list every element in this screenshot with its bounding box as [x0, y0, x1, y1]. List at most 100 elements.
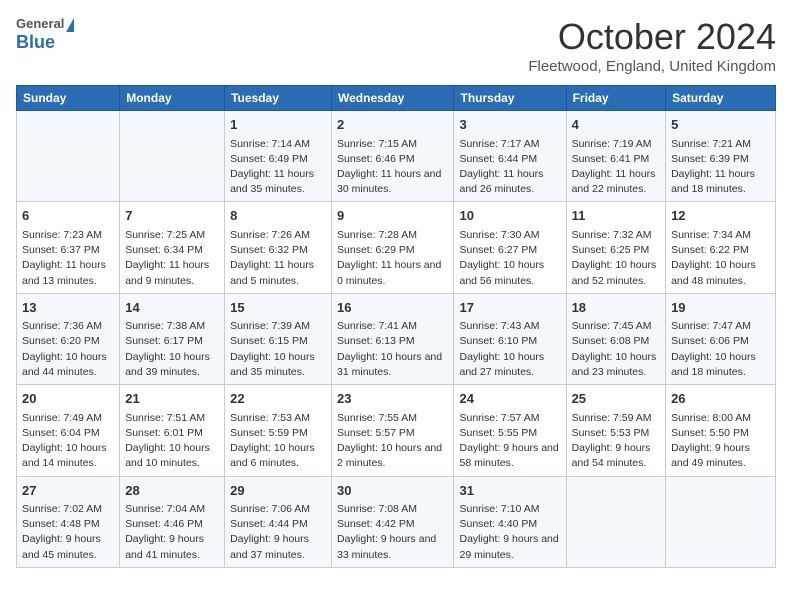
day-number: 25 — [572, 389, 660, 409]
day-cell: 4Sunrise: 7:19 AM Sunset: 6:41 PM Daylig… — [566, 111, 665, 202]
day-cell — [120, 111, 225, 202]
day-info: Sunrise: 7:17 AM Sunset: 6:44 PM Dayligh… — [459, 137, 560, 198]
day-info: Sunrise: 7:57 AM Sunset: 5:55 PM Dayligh… — [459, 411, 560, 472]
day-cell: 12Sunrise: 7:34 AM Sunset: 6:22 PM Dayli… — [666, 202, 776, 293]
day-number: 31 — [459, 481, 560, 501]
day-cell: 19Sunrise: 7:47 AM Sunset: 6:06 PM Dayli… — [666, 293, 776, 384]
calendar-subtitle: Fleetwood, England, United Kingdom — [528, 58, 776, 75]
day-info: Sunrise: 7:36 AM Sunset: 6:20 PM Dayligh… — [22, 319, 114, 380]
day-cell: 27Sunrise: 7:02 AM Sunset: 4:48 PM Dayli… — [17, 476, 120, 567]
day-number: 17 — [459, 298, 560, 318]
day-number: 22 — [230, 389, 326, 409]
day-cell: 11Sunrise: 7:32 AM Sunset: 6:25 PM Dayli… — [566, 202, 665, 293]
day-info: Sunrise: 7:26 AM Sunset: 6:32 PM Dayligh… — [230, 228, 326, 289]
week-row-4: 20Sunrise: 7:49 AM Sunset: 6:04 PM Dayli… — [17, 385, 776, 476]
day-info: Sunrise: 7:15 AM Sunset: 6:46 PM Dayligh… — [337, 137, 448, 198]
day-info: Sunrise: 7:08 AM Sunset: 4:42 PM Dayligh… — [337, 502, 448, 563]
day-number: 16 — [337, 298, 448, 318]
week-row-2: 6Sunrise: 7:23 AM Sunset: 6:37 PM Daylig… — [17, 202, 776, 293]
day-cell: 26Sunrise: 8:00 AM Sunset: 5:50 PM Dayli… — [666, 385, 776, 476]
day-cell — [566, 476, 665, 567]
day-cell: 22Sunrise: 7:53 AM Sunset: 5:59 PM Dayli… — [225, 385, 332, 476]
day-cell: 2Sunrise: 7:15 AM Sunset: 6:46 PM Daylig… — [332, 111, 454, 202]
logo-blue: Blue — [16, 32, 74, 54]
day-info: Sunrise: 7:49 AM Sunset: 6:04 PM Dayligh… — [22, 411, 114, 472]
header-day-sunday: Sunday — [17, 86, 120, 111]
logo-general: General — [16, 16, 74, 32]
day-number: 30 — [337, 481, 448, 501]
day-info: Sunrise: 7:51 AM Sunset: 6:01 PM Dayligh… — [125, 411, 219, 472]
day-number: 24 — [459, 389, 560, 409]
day-info: Sunrise: 7:19 AM Sunset: 6:41 PM Dayligh… — [572, 137, 660, 198]
day-info: Sunrise: 7:38 AM Sunset: 6:17 PM Dayligh… — [125, 319, 219, 380]
header-row: SundayMondayTuesdayWednesdayThursdayFrid… — [17, 86, 776, 111]
day-info: Sunrise: 7:39 AM Sunset: 6:15 PM Dayligh… — [230, 319, 326, 380]
week-row-3: 13Sunrise: 7:36 AM Sunset: 6:20 PM Dayli… — [17, 293, 776, 384]
day-cell: 10Sunrise: 7:30 AM Sunset: 6:27 PM Dayli… — [454, 202, 566, 293]
day-cell: 30Sunrise: 7:08 AM Sunset: 4:42 PM Dayli… — [332, 476, 454, 567]
day-cell: 1Sunrise: 7:14 AM Sunset: 6:49 PM Daylig… — [225, 111, 332, 202]
day-cell: 25Sunrise: 7:59 AM Sunset: 5:53 PM Dayli… — [566, 385, 665, 476]
day-info: Sunrise: 7:34 AM Sunset: 6:22 PM Dayligh… — [671, 228, 770, 289]
day-info: Sunrise: 7:23 AM Sunset: 6:37 PM Dayligh… — [22, 228, 114, 289]
day-cell: 24Sunrise: 7:57 AM Sunset: 5:55 PM Dayli… — [454, 385, 566, 476]
day-cell: 28Sunrise: 7:04 AM Sunset: 4:46 PM Dayli… — [120, 476, 225, 567]
day-cell — [666, 476, 776, 567]
day-number: 20 — [22, 389, 114, 409]
day-cell: 15Sunrise: 7:39 AM Sunset: 6:15 PM Dayli… — [225, 293, 332, 384]
day-info: Sunrise: 7:10 AM Sunset: 4:40 PM Dayligh… — [459, 502, 560, 563]
day-info: Sunrise: 7:47 AM Sunset: 6:06 PM Dayligh… — [671, 319, 770, 380]
day-cell: 3Sunrise: 7:17 AM Sunset: 6:44 PM Daylig… — [454, 111, 566, 202]
day-info: Sunrise: 8:00 AM Sunset: 5:50 PM Dayligh… — [671, 411, 770, 472]
day-number: 28 — [125, 481, 219, 501]
day-number: 10 — [459, 206, 560, 226]
day-info: Sunrise: 7:21 AM Sunset: 6:39 PM Dayligh… — [671, 137, 770, 198]
day-number: 19 — [671, 298, 770, 318]
day-info: Sunrise: 7:53 AM Sunset: 5:59 PM Dayligh… — [230, 411, 326, 472]
day-info: Sunrise: 7:55 AM Sunset: 5:57 PM Dayligh… — [337, 411, 448, 472]
day-number: 7 — [125, 206, 219, 226]
logo: General Blue — [16, 16, 74, 53]
day-cell: 20Sunrise: 7:49 AM Sunset: 6:04 PM Dayli… — [17, 385, 120, 476]
title-block: October 2024 Fleetwood, England, United … — [528, 16, 776, 75]
header-day-thursday: Thursday — [454, 86, 566, 111]
day-info: Sunrise: 7:14 AM Sunset: 6:49 PM Dayligh… — [230, 137, 326, 198]
day-info: Sunrise: 7:02 AM Sunset: 4:48 PM Dayligh… — [22, 502, 114, 563]
day-cell: 5Sunrise: 7:21 AM Sunset: 6:39 PM Daylig… — [666, 111, 776, 202]
day-cell: 6Sunrise: 7:23 AM Sunset: 6:37 PM Daylig… — [17, 202, 120, 293]
day-info: Sunrise: 7:28 AM Sunset: 6:29 PM Dayligh… — [337, 228, 448, 289]
day-number: 21 — [125, 389, 219, 409]
calendar-title: October 2024 — [528, 16, 776, 58]
day-cell: 7Sunrise: 7:25 AM Sunset: 6:34 PM Daylig… — [120, 202, 225, 293]
day-cell: 21Sunrise: 7:51 AM Sunset: 6:01 PM Dayli… — [120, 385, 225, 476]
day-cell — [17, 111, 120, 202]
day-info: Sunrise: 7:04 AM Sunset: 4:46 PM Dayligh… — [125, 502, 219, 563]
day-number: 12 — [671, 206, 770, 226]
header-day-saturday: Saturday — [666, 86, 776, 111]
day-info: Sunrise: 7:45 AM Sunset: 6:08 PM Dayligh… — [572, 319, 660, 380]
day-cell: 13Sunrise: 7:36 AM Sunset: 6:20 PM Dayli… — [17, 293, 120, 384]
day-cell: 14Sunrise: 7:38 AM Sunset: 6:17 PM Dayli… — [120, 293, 225, 384]
day-number: 13 — [22, 298, 114, 318]
day-info: Sunrise: 7:43 AM Sunset: 6:10 PM Dayligh… — [459, 319, 560, 380]
header-day-tuesday: Tuesday — [225, 86, 332, 111]
day-number: 29 — [230, 481, 326, 501]
day-cell: 9Sunrise: 7:28 AM Sunset: 6:29 PM Daylig… — [332, 202, 454, 293]
day-number: 23 — [337, 389, 448, 409]
header-day-friday: Friday — [566, 86, 665, 111]
day-cell: 31Sunrise: 7:10 AM Sunset: 4:40 PM Dayli… — [454, 476, 566, 567]
day-number: 18 — [572, 298, 660, 318]
day-number: 26 — [671, 389, 770, 409]
day-cell: 8Sunrise: 7:26 AM Sunset: 6:32 PM Daylig… — [225, 202, 332, 293]
day-number: 27 — [22, 481, 114, 501]
week-row-5: 27Sunrise: 7:02 AM Sunset: 4:48 PM Dayli… — [17, 476, 776, 567]
day-number: 8 — [230, 206, 326, 226]
day-info: Sunrise: 7:41 AM Sunset: 6:13 PM Dayligh… — [337, 319, 448, 380]
day-info: Sunrise: 7:32 AM Sunset: 6:25 PM Dayligh… — [572, 228, 660, 289]
day-cell: 17Sunrise: 7:43 AM Sunset: 6:10 PM Dayli… — [454, 293, 566, 384]
day-info: Sunrise: 7:30 AM Sunset: 6:27 PM Dayligh… — [459, 228, 560, 289]
day-cell: 29Sunrise: 7:06 AM Sunset: 4:44 PM Dayli… — [225, 476, 332, 567]
day-cell: 16Sunrise: 7:41 AM Sunset: 6:13 PM Dayli… — [332, 293, 454, 384]
header-day-monday: Monday — [120, 86, 225, 111]
calendar-table: SundayMondayTuesdayWednesdayThursdayFrid… — [16, 85, 776, 568]
